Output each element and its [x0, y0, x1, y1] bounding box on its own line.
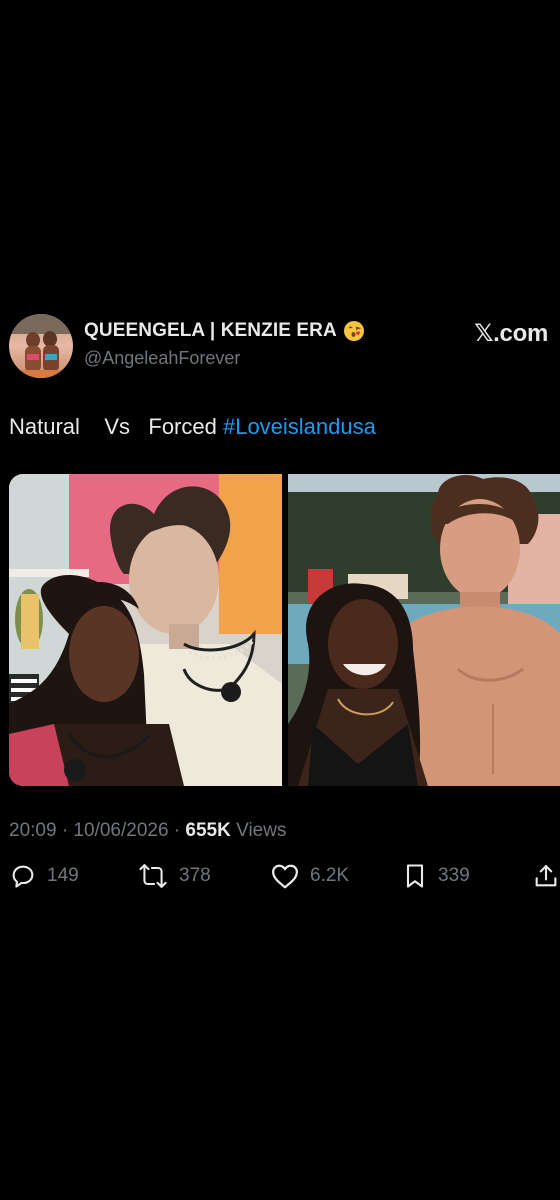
photo-couple-forced[interactable] — [288, 474, 560, 786]
like-count: 6.2K — [310, 865, 350, 886]
author-handle[interactable]: @AngeleahForever — [84, 348, 240, 369]
heart-icon — [270, 862, 300, 890]
bookmark-icon — [402, 862, 428, 890]
reply-button[interactable]: 149 — [9, 862, 79, 890]
photo-couple-natural[interactable] — [9, 474, 282, 786]
repost-count: 378 — [179, 865, 211, 886]
tweet-meta: 20:09 · 10/06/2026 · 655K Views — [9, 820, 286, 842]
display-name[interactable]: QUEENGELA | KENZIE ERA — [84, 320, 337, 342]
kiss-emoji-icon — [343, 320, 365, 342]
bookmark-button[interactable]: 339 — [402, 862, 470, 890]
like-button[interactable]: 6.2K — [270, 862, 349, 890]
repost-icon — [137, 862, 169, 890]
x-com-logo: 𝕏.com — [474, 320, 548, 347]
tweet-card[interactable]: QUEENGELA | KENZIE ERA @AngeleahForever … — [0, 304, 560, 896]
tweet-media[interactable] — [9, 474, 560, 786]
tweet-text: Natural Vs Forced #Loveislandusa — [9, 414, 376, 440]
views-count: 655K — [185, 820, 231, 841]
reply-count: 149 — [47, 865, 79, 886]
views-label: Views — [230, 820, 287, 841]
share-icon — [532, 862, 560, 890]
hashtag-link[interactable]: #Loveislandusa — [223, 414, 376, 439]
action-bar: 149 378 6.2K 339 — [0, 862, 560, 894]
repost-button[interactable]: 378 — [137, 862, 211, 890]
author-name-row[interactable]: QUEENGELA | KENZIE ERA — [84, 320, 365, 342]
share-button[interactable] — [532, 862, 560, 890]
tweet-text-plain: Natural Vs Forced — [9, 414, 223, 439]
bookmark-count: 339 — [438, 865, 470, 886]
avatar[interactable] — [9, 314, 73, 378]
reply-icon — [9, 862, 37, 890]
timestamp[interactable]: 20:09 · 10/06/2026 · — [9, 820, 185, 841]
